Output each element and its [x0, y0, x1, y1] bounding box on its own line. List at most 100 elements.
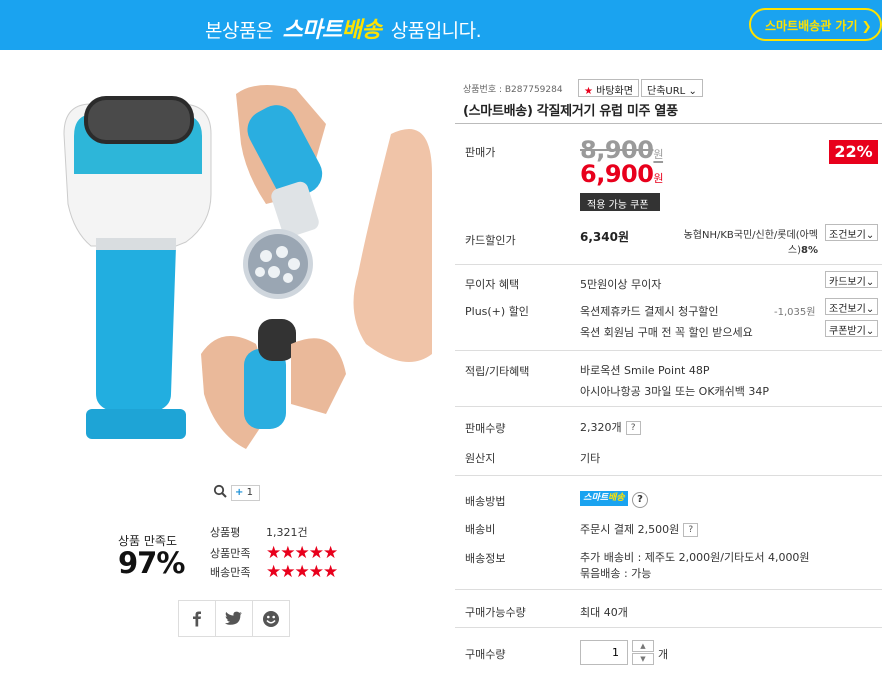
free-interest-value: 5만원이상 무이자 — [580, 278, 662, 291]
plus-conditions-label: 조건보기 — [829, 304, 866, 315]
view-cards-label: 카드보기 — [829, 277, 866, 288]
twitter-share-button[interactable] — [216, 601, 253, 636]
chevron-down-icon: ⌄ — [865, 304, 875, 315]
card-discount-price: 6,340원 — [580, 230, 629, 244]
purchase-limit-value: 최대 40개 — [580, 606, 628, 619]
brand-yellow: 배송 — [341, 18, 382, 43]
origin-value: 기타 — [580, 452, 601, 465]
divider — [455, 406, 882, 407]
product-rating-label: 상품만족 — [210, 547, 251, 560]
zoom-icon[interactable] — [213, 484, 227, 498]
quantity-increase-button[interactable]: ▲ — [632, 640, 654, 652]
shipping-info-line1: 추가 배송비 : 제주도 2,000원/기타도서 4,000원 — [580, 551, 810, 564]
available-coupon-label: 적용 가능 쿠폰 — [587, 200, 649, 211]
review-label: 상품평 — [210, 526, 241, 539]
points-line2: 아시아나항공 3마일 또는 OK캐쉬백 34P — [580, 385, 770, 398]
shipping-fee: 주문시 결제 2,500원? — [580, 521, 699, 537]
points-line1: 바로옥션 Smile Point 48P — [580, 364, 710, 377]
banner-brand-logo: 스마트배송 — [282, 18, 381, 43]
plus-icon: + — [235, 487, 244, 498]
product-number: 상품번호 : B287759284 — [463, 85, 563, 95]
badge-yellow: 배송 — [608, 493, 625, 503]
facebook-share-button[interactable] — [179, 601, 216, 636]
free-interest-label: 무이자 혜택 — [465, 278, 520, 291]
product-title: (스마트배송) 각질제거기 유럽 미주 열풍 — [463, 104, 678, 119]
shipping-info-line2: 묶음배송 : 가능 — [580, 567, 652, 580]
delivery-rating-row: 배송만족 ★★★★★ — [210, 561, 338, 582]
add-to-desktop-label: 바탕화면 — [596, 86, 633, 97]
review-row: 상품평 1,321건 — [210, 524, 308, 540]
chevron-down-icon: ⌄ — [865, 230, 875, 241]
delivery-rating-label: 배송만족 — [210, 566, 251, 579]
smart-delivery-badge: 스마트배송 — [580, 491, 628, 506]
facebook-icon — [193, 611, 201, 626]
banner-prefix: 본상품은 — [205, 20, 273, 42]
more-images-count: 1 — [246, 487, 253, 498]
product-rating-stars: ★★★★★ — [266, 543, 338, 563]
divider — [455, 350, 882, 351]
banner-message: 본상품은 스마트배송 상품입니다. — [205, 12, 482, 44]
smile-icon — [263, 610, 279, 627]
help-icon[interactable]: ? — [625, 421, 641, 435]
divider — [455, 627, 882, 628]
card-conditions-label: 조건보기 — [829, 230, 866, 241]
help-icon[interactable]: ? — [683, 523, 699, 537]
view-cards-button[interactable]: 카드보기⌄ — [825, 271, 879, 288]
sale-price-unit: 원 — [653, 172, 664, 185]
price-label: 판매가 — [465, 146, 496, 159]
add-to-desktop-button[interactable]: ★ 바탕화면 — [578, 79, 639, 97]
smart-delivery-hall-button[interactable]: 스마트배송관 가기 ❯ — [749, 8, 882, 41]
delivery-rating-stars: ★★★★★ — [266, 562, 338, 582]
chevron-down-icon: ⌄ — [688, 86, 697, 97]
shipping-method-label: 배송방법 — [465, 495, 506, 508]
brand-white: 스마트 — [282, 18, 342, 43]
plus-discount-amount: -1,035원 — [774, 307, 816, 318]
sale-price: 6,900원 — [580, 160, 664, 188]
discount-badge: 22% — [829, 140, 878, 164]
get-coupon-button[interactable]: 쿠폰받기⌄ — [825, 320, 879, 337]
card-discount-label: 카드할인가 — [465, 234, 516, 247]
chevron-down-icon: ⌄ — [587, 211, 596, 222]
review-count[interactable]: 1,321건 — [266, 526, 308, 539]
sales-count-value: 2,320개 — [580, 421, 622, 434]
divider — [455, 475, 882, 476]
sales-count-label: 판매수량 — [465, 422, 506, 435]
badge-white: 스마트 — [583, 493, 609, 503]
product-rating-row: 상품만족 ★★★★★ — [210, 542, 338, 563]
product-image — [46, 74, 432, 474]
card-banks: 농협NH/KB국민/신한/롯데(아멕스)8% — [668, 228, 818, 258]
quantity-input[interactable] — [580, 640, 628, 665]
card-discount-rate: 8% — [801, 245, 818, 256]
help-icon[interactable]: ? — [632, 492, 648, 508]
twitter-icon — [225, 611, 242, 625]
card-conditions-button[interactable]: 조건보기⌄ — [825, 224, 879, 241]
short-url-button[interactable]: 단축URL ⌄ — [641, 79, 703, 97]
sale-price-value: 6,900 — [580, 160, 654, 188]
shipping-fee-value: 주문시 결제 2,500원 — [580, 523, 680, 536]
origin-label: 원산지 — [465, 452, 496, 465]
plus-discount-line2: 옥션 회원님 구매 전 꼭 할인 받으세요 — [580, 326, 753, 339]
sales-count: 2,320개? — [580, 419, 641, 435]
divider — [455, 589, 882, 590]
shipping-info-label: 배송정보 — [465, 552, 506, 565]
satisfaction-value: 97% — [118, 546, 185, 580]
banner-suffix: 상품입니다. — [390, 20, 482, 42]
quantity-unit: 개 — [658, 648, 669, 661]
divider — [455, 264, 882, 265]
share-buttons — [178, 600, 290, 637]
smile-share-button[interactable] — [253, 601, 289, 636]
available-coupon-button[interactable]: 적용 가능 쿠폰 ⌄ — [580, 193, 660, 222]
chevron-down-icon: ⌄ — [865, 277, 875, 288]
quantity-decrease-button[interactable]: ▼ — [632, 653, 654, 665]
plus-discount-line1: 옥션제휴카드 결제시 청구할인 — [580, 305, 719, 318]
card-banks-list: 농협NH/KB국민/신한/롯데(아멕스) — [683, 230, 818, 256]
chevron-down-icon: ⌄ — [865, 326, 875, 337]
quantity-label: 구매수량 — [465, 648, 506, 661]
smart-delivery-banner: 본상품은 스마트배송 상품입니다. 스마트배송관 가기 ❯ — [0, 0, 882, 50]
star-icon: ★ — [584, 86, 593, 97]
plus-conditions-button[interactable]: 조건보기⌄ — [825, 298, 879, 315]
plus-discount-label: Plus(+) 할인 — [465, 305, 529, 318]
get-coupon-label: 쿠폰받기 — [829, 326, 866, 337]
short-url-label: 단축URL — [647, 86, 686, 97]
more-images-button[interactable]: + 1 — [231, 485, 260, 501]
